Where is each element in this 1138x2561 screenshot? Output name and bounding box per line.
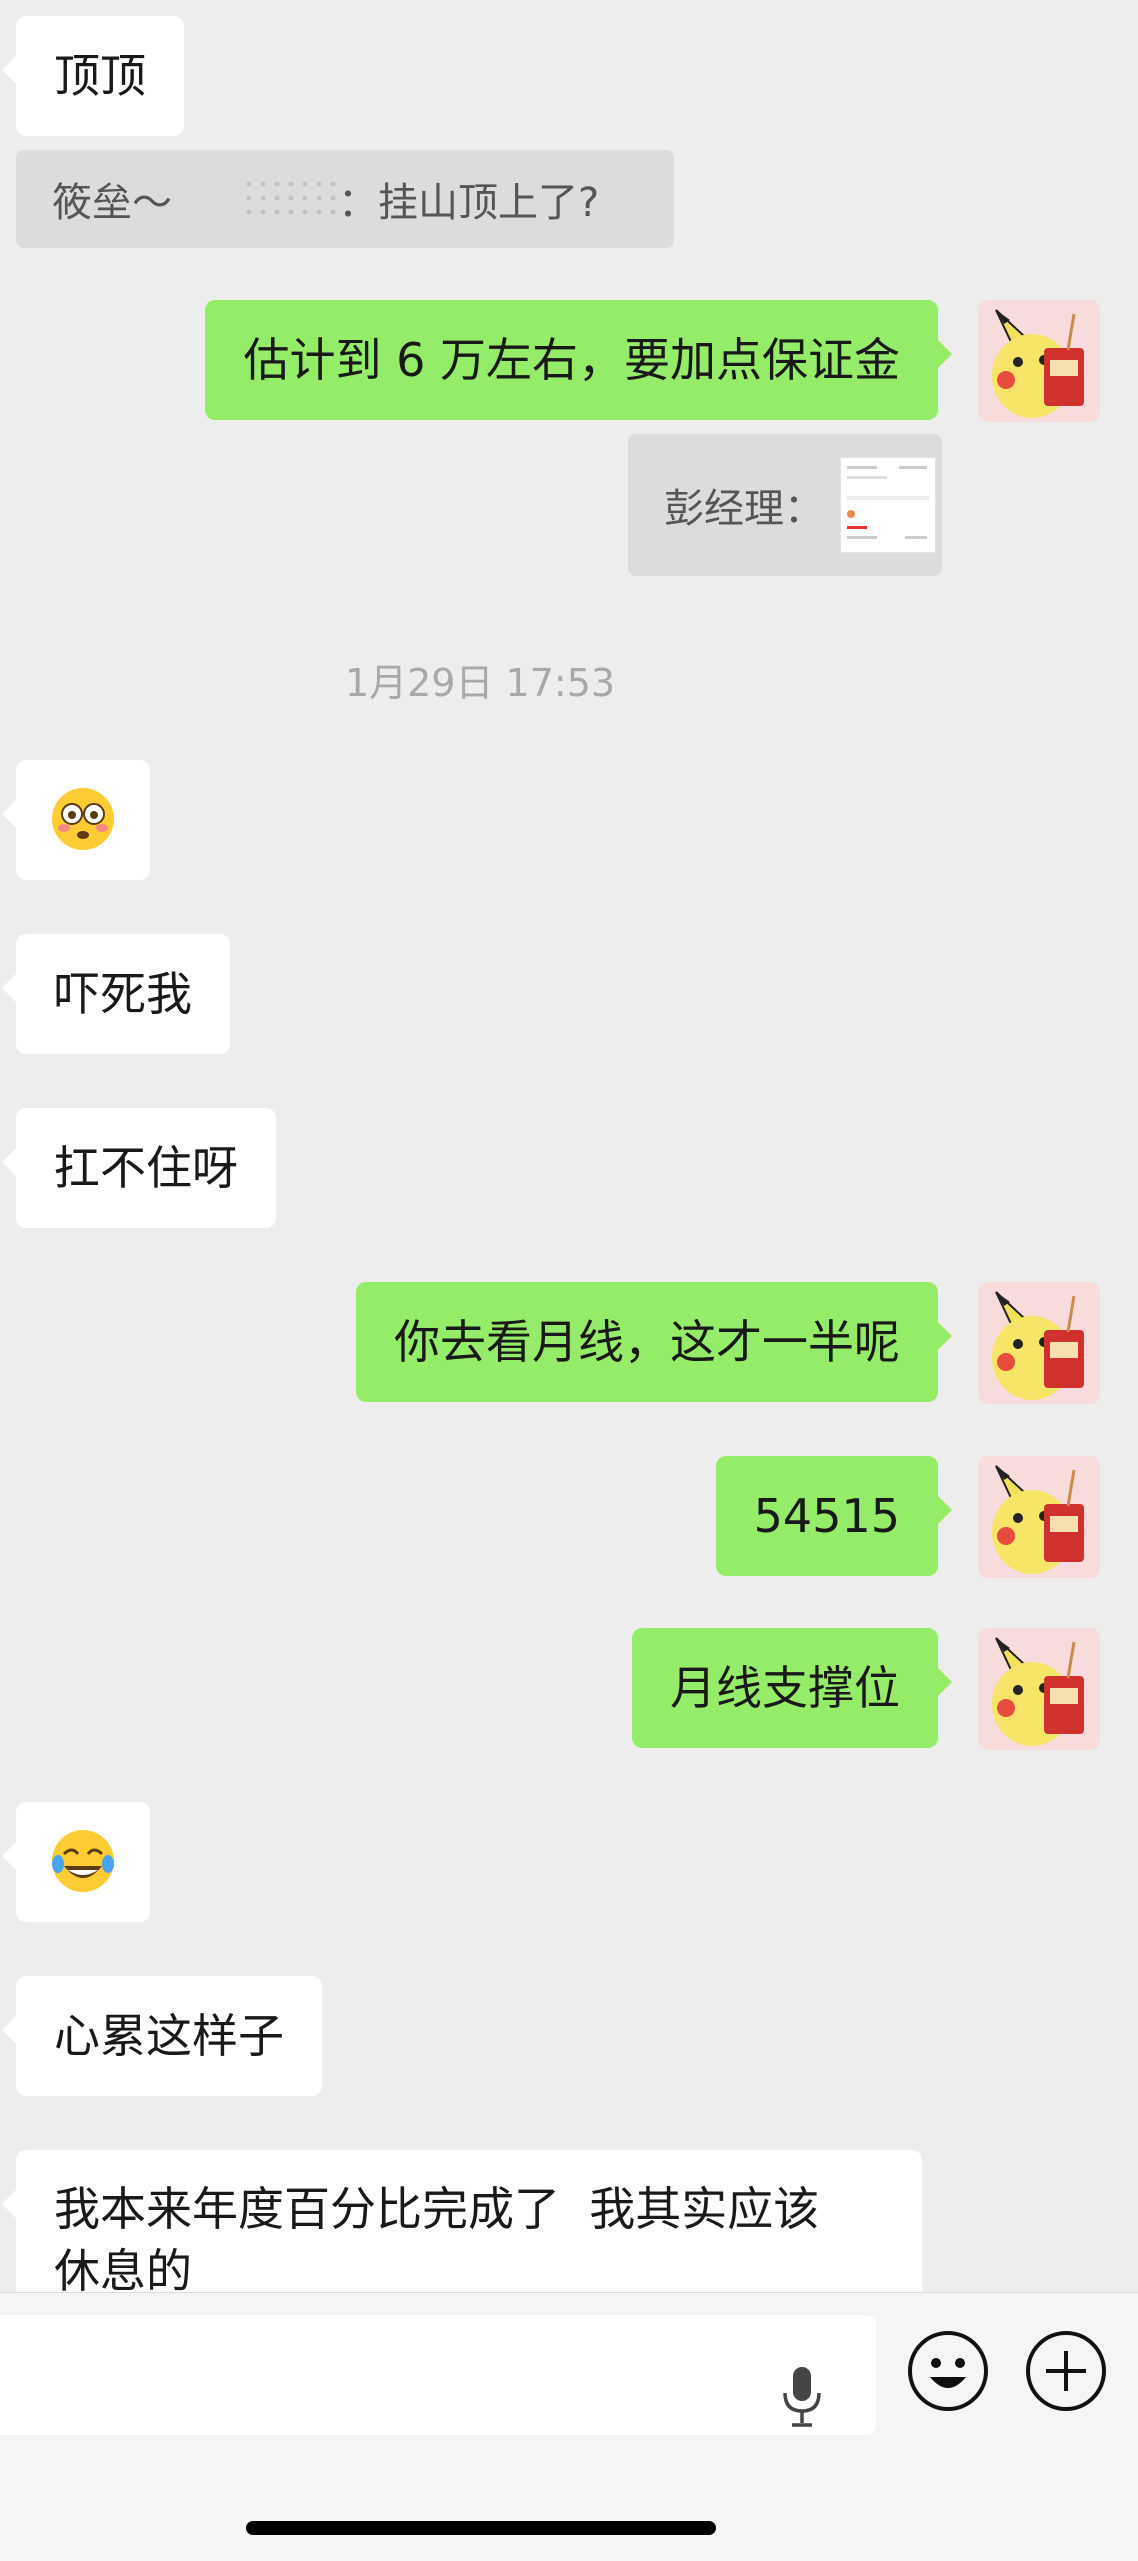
message-timestamp: 1月29日 17:53 [344, 661, 616, 705]
message-incoming[interactable] [2, 760, 150, 880]
message-text: 心累这样子 [54, 2009, 284, 2063]
avatar[interactable] [978, 1456, 1100, 1578]
message-text: 你去看月线，这才一半呢 [394, 1315, 900, 1369]
message-text: 54515 [753, 1489, 900, 1543]
pikachu-avatar-icon [978, 1456, 1100, 1578]
message-incoming[interactable] [2, 1802, 150, 1922]
message-incoming[interactable]: 我本来年度百分比完成了 我其实应该 休息的 [2, 2150, 922, 2292]
quote-text: ：挂山顶上了? [338, 180, 600, 226]
message-incoming[interactable]: 心累这样子 [2, 1976, 322, 2096]
message-incoming[interactable]: 顶顶 [2, 16, 184, 136]
message-text-line: 休息的 [54, 2244, 192, 2292]
message-text: 月线支撑位 [670, 1661, 900, 1715]
tears-of-joy-icon [52, 1830, 114, 1892]
flushed-face-icon [52, 788, 114, 850]
message-outgoing[interactable]: 估计到 6 万左右，要加点保证金 [205, 300, 952, 420]
quoted-message[interactable]: 筱垒～ ：挂山顶上了? [16, 150, 674, 248]
message-incoming[interactable]: 扛不住呀 [2, 1108, 276, 1228]
image-thumbnail[interactable] [840, 457, 936, 553]
pikachu-avatar-icon [978, 1282, 1100, 1404]
microphone-icon[interactable] [780, 2365, 824, 2429]
input-bar [0, 2292, 1138, 2561]
quote-sender: 筱垒～ [52, 180, 172, 226]
avatar[interactable] [978, 300, 1100, 422]
message-text: 顶顶 [54, 49, 146, 103]
screenshot-thumbnail-icon [847, 466, 929, 539]
message-incoming[interactable]: 吓死我 [2, 934, 230, 1054]
emoji-icon[interactable] [906, 2329, 990, 2413]
avatar[interactable] [978, 1282, 1100, 1404]
message-text-line: 我本来年度百分比完成了 我其实应该 [54, 2182, 820, 2236]
plus-icon[interactable] [1024, 2329, 1108, 2413]
message-input[interactable] [0, 2315, 876, 2435]
chat-area: 顶顶 筱垒～ ：挂山顶上了? 估计到 6 万左右，要加点保证金 彭经理： 1月2… [0, 0, 1138, 2292]
home-indicator[interactable] [246, 2521, 716, 2535]
message-outgoing[interactable]: 54515 [715, 1456, 953, 1576]
message-outgoing[interactable]: 你去看月线，这才一半呢 [356, 1282, 952, 1402]
avatar[interactable] [978, 1628, 1100, 1750]
message-outgoing[interactable]: 月线支撑位 [632, 1628, 952, 1748]
blurred-name [242, 177, 338, 221]
message-text: 扛不住呀 [54, 1141, 238, 1195]
message-text: 估计到 6 万左右，要加点保证金 [243, 333, 900, 387]
pikachu-avatar-icon [978, 300, 1100, 422]
pikachu-avatar-icon [978, 1628, 1100, 1750]
message-text: 吓死我 [54, 967, 192, 1021]
quoted-message[interactable]: 彭经理： [628, 434, 942, 576]
quote-sender: 彭经理： [664, 486, 824, 532]
